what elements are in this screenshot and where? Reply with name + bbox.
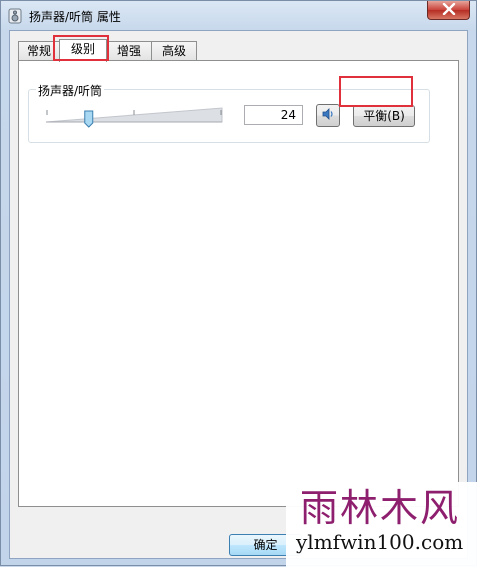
properties-window: 扬声器/听筒 属性 常规 级别 增强 高级 扬声器/听筒 24 平衡(B) 确定…: [0, 0, 477, 567]
watermark-url: ylmfwin100.com: [296, 530, 464, 554]
tab-enhancements[interactable]: 增强: [106, 41, 152, 60]
watermark: 雨林木风 ylmfwin100.com: [286, 482, 477, 567]
slider-thumb[interactable]: [84, 110, 94, 128]
watermark-logo-text: 雨林木风: [300, 486, 461, 530]
close-button[interactable]: [427, 1, 470, 20]
tab-advanced[interactable]: 高级: [151, 41, 197, 60]
mute-button[interactable]: [316, 104, 340, 127]
balance-button[interactable]: 平衡(B): [353, 105, 415, 127]
balance-highlight-box: [339, 76, 413, 107]
title-bar[interactable]: 扬声器/听筒 属性: [1, 1, 476, 31]
group-label: 扬声器/听筒: [36, 82, 105, 99]
close-icon: [442, 2, 456, 18]
level-value-field[interactable]: 24: [244, 105, 303, 125]
window-title: 扬声器/听筒 属性: [29, 10, 121, 24]
levels-panel: 扬声器/听筒 24 平衡(B): [18, 60, 459, 507]
volume-slider[interactable]: [44, 103, 224, 129]
tab-highlight-box: [53, 35, 109, 61]
dialog-client: 常规 级别 增强 高级 扬声器/听筒 24 平衡(B) 确定: [9, 30, 468, 559]
speaker-volume-icon: [321, 107, 335, 124]
speaker-icon: [8, 8, 22, 24]
